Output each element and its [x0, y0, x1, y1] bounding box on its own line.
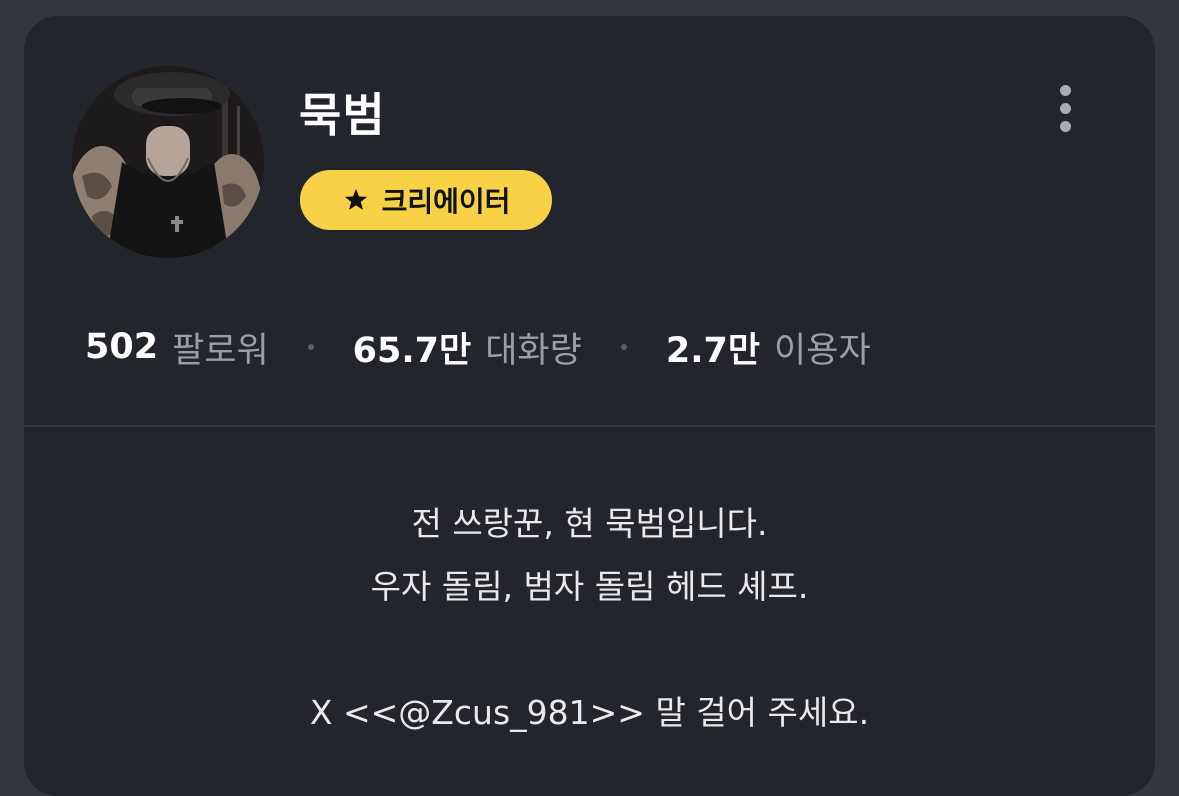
- more-vertical-icon-dot: [1059, 102, 1071, 114]
- profile-name: 묵범: [299, 88, 386, 142]
- bio-spacer: [24, 618, 1155, 681]
- creator-badge: 크리에이터: [300, 170, 552, 230]
- profile-stats: 502 팔로워 65.7만 대화량 2.7만 이용자: [85, 322, 871, 372]
- bio-line: 전 쓰랑꾼, 현 묵범입니다.: [411, 504, 768, 543]
- section-divider: [24, 425, 1155, 427]
- avatar-photo-image: [72, 66, 264, 258]
- bio-line: X <<@Zcus_981>> 말 걸어 주세요.: [309, 693, 870, 732]
- separator-dot: [620, 344, 627, 350]
- conversations-count: 65.7만: [352, 330, 472, 371]
- more-vertical-icon-dot: [1059, 120, 1071, 132]
- separator-dot: [307, 344, 314, 350]
- conversations-label: 대화량: [485, 330, 582, 371]
- profile-bio: 전 쓰랑꾼, 현 묵범입니다. 우자 돌림, 범자 돌림 헤드 셰프. X <<…: [24, 492, 1155, 744]
- avatar[interactable]: [72, 66, 264, 258]
- more-options-button[interactable]: [1044, 80, 1086, 136]
- badge-label: 크리에이터: [381, 185, 511, 218]
- star-icon: [344, 188, 367, 210]
- users-count: 2.7만: [665, 330, 761, 371]
- users-label: 이용자: [774, 330, 871, 371]
- profile-card: 묵범 크리에이터 502 팔로워 65.7만 대화량 2.7만 이용자 전 쓰랑…: [24, 16, 1155, 796]
- followers-label: 팔로워: [172, 330, 269, 371]
- bio-line: 우자 돌림, 범자 돌림 헤드 셰프.: [370, 567, 809, 606]
- followers-count: 502: [85, 327, 159, 367]
- more-vertical-icon: [1059, 84, 1071, 96]
